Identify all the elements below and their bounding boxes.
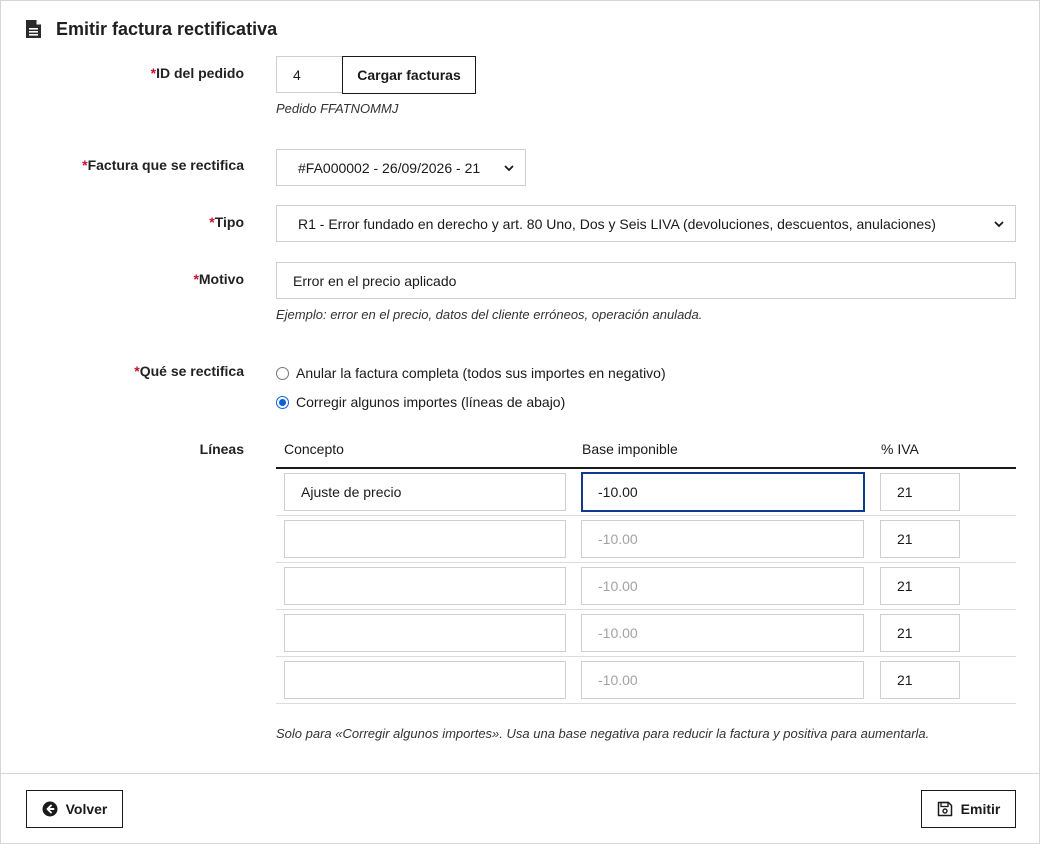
type-select-value: R1 - Error fundado en derecho y art. 80 … (298, 215, 936, 232)
type-label: *Tipo (209, 214, 244, 230)
radio-button-checked[interactable] (276, 395, 289, 409)
iva-input[interactable] (880, 473, 960, 511)
iva-input[interactable] (880, 614, 960, 652)
row-divider (276, 562, 1016, 563)
row-divider (276, 703, 1016, 704)
row-divider (276, 609, 1016, 610)
base-input[interactable] (581, 614, 864, 652)
order-id-input[interactable] (276, 56, 343, 93)
concept-input[interactable] (284, 614, 566, 652)
reason-hint: Ejemplo: error en el precio, datos del c… (276, 307, 703, 322)
submit-button[interactable]: Emitir (921, 790, 1016, 828)
page-title: Emitir factura rectificativa (56, 18, 278, 39)
concept-input[interactable] (284, 473, 566, 511)
concept-input[interactable] (284, 567, 566, 605)
save-icon (937, 801, 952, 817)
column-header-base: Base imponible (582, 441, 678, 457)
back-button[interactable]: Volver (26, 790, 123, 828)
form-header: Emitir factura rectificativa (25, 17, 277, 41)
column-header-concept: Concepto (284, 441, 344, 457)
reason-label: *Motivo (193, 271, 244, 287)
base-input[interactable] (581, 520, 864, 558)
scope-option-cancel-full[interactable]: Anular la factura completa (todos sus im… (276, 365, 666, 381)
invoice-label: *Factura que se rectifica (82, 157, 244, 173)
table-header-divider (276, 467, 1016, 469)
radio-button[interactable] (276, 366, 289, 380)
order-hint: Pedido FFATNOMMJ (276, 101, 399, 116)
base-input[interactable] (581, 661, 864, 699)
invoice-form-panel: Emitir factura rectificativa *ID del ped… (0, 0, 1040, 844)
column-header-iva: % IVA (881, 441, 919, 457)
type-select[interactable]: R1 - Error fundado en derecho y art. 80 … (276, 205, 1016, 242)
load-invoices-button[interactable]: Cargar facturas (342, 56, 476, 94)
iva-input[interactable] (880, 520, 960, 558)
base-input[interactable] (581, 472, 865, 512)
invoice-select-value: #FA000002 - 26/09/2026 - 21 (298, 159, 481, 176)
lines-hint: Solo para «Corregir algunos importes». U… (276, 726, 930, 741)
row-divider (276, 515, 1016, 516)
row-divider (276, 656, 1016, 657)
iva-input[interactable] (880, 661, 960, 699)
scope-label: *Qué se rectifica (134, 363, 244, 379)
document-icon (25, 19, 42, 39)
order-id-label: *ID del pedido (150, 65, 244, 81)
lines-label: Líneas (199, 441, 244, 457)
iva-input[interactable] (880, 567, 960, 605)
concept-input[interactable] (284, 661, 566, 699)
chevron-down-icon (994, 220, 1004, 227)
scope-option-correct-amounts[interactable]: Corregir algunos importes (líneas de aba… (276, 394, 565, 410)
reason-input[interactable] (276, 262, 1016, 299)
concept-input[interactable] (284, 520, 566, 558)
invoice-select[interactable]: #FA000002 - 26/09/2026 - 21 (276, 149, 526, 186)
chevron-down-icon (504, 164, 514, 171)
base-input[interactable] (581, 567, 864, 605)
arrow-left-circle-icon (42, 801, 58, 817)
footer-divider (1, 773, 1040, 774)
